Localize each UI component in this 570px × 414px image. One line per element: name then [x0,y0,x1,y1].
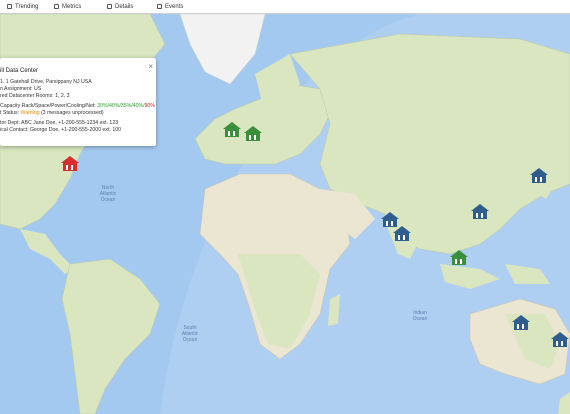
popup-capacity: Capacity Rack/Space/Power/Cooling/Net: 3… [0,103,155,109]
capacity-rack: 30% [97,103,108,109]
datacenter-marker-singapore[interactable] [447,248,471,266]
status-warning: Warning [20,110,40,116]
capacity-cooling: 40% [132,103,144,109]
close-icon[interactable]: × [148,62,153,71]
tab-trending[interactable]: Trending [7,0,38,14]
calendar-icon [157,4,162,9]
datacenter-marker-australia-1[interactable] [509,313,533,331]
datacenter-marker-tokyo[interactable] [527,166,551,184]
status-label: t Status: [0,110,21,116]
tab-trending-label: Trending [15,3,39,10]
trend-icon [7,4,12,9]
popup-address: 1. 1 Gatehall Drive, Parsippany NJ USA [0,79,92,85]
tab-events-label: Events [165,3,184,10]
svg-text:Ocean: Ocean [101,197,116,203]
tab-events[interactable]: Events [157,0,183,14]
popup-status: t Status: Warning (3 messages unprocesse… [0,110,104,116]
svg-text:Ocean: Ocean [183,337,198,343]
svg-text:Ocean: Ocean [413,316,428,322]
popup-rooms: red Datacenter Rooms: 1, 2, 3 [0,93,70,99]
datacenter-marker-amsterdam[interactable] [241,124,265,142]
datacenter-popup: × ill Data Center 1. 1 Gatehall Drive, P… [0,58,156,146]
capacity-net: 90% [144,103,155,109]
tab-metrics-label: Metrics [62,3,82,10]
popup-local-contact: ical Contact: George Doe, +1-200-555-200… [0,127,121,133]
chart-icon [54,4,59,9]
tab-details[interactable]: Details [107,0,133,14]
top-nav: Trending Metrics Details Events [0,0,570,14]
capacity-label: Capacity Rack/Space/Power/Cooling/Net: [0,103,98,109]
popup-assignment: n Assignment: US [0,86,42,92]
popup-title: ill Data Center [0,68,39,74]
datacenter-marker-parsippany[interactable] [58,154,82,172]
capacity-power: 35% [120,103,132,109]
datacenter-marker-hongkong[interactable] [468,202,492,220]
popup-support-contact: tor Dept: ABC Jane Doe, +1-200-555-1234 … [0,120,119,126]
status-suffix: (3 messages unprocessed) [39,110,104,116]
tab-metrics[interactable]: Metrics [54,0,81,14]
datacenter-marker-bangalore[interactable] [390,224,414,242]
tab-details-label: Details [115,3,134,10]
doc-icon [107,4,112,9]
capacity-space: 40% [109,103,120,109]
datacenter-marker-australia-2[interactable] [550,330,570,348]
